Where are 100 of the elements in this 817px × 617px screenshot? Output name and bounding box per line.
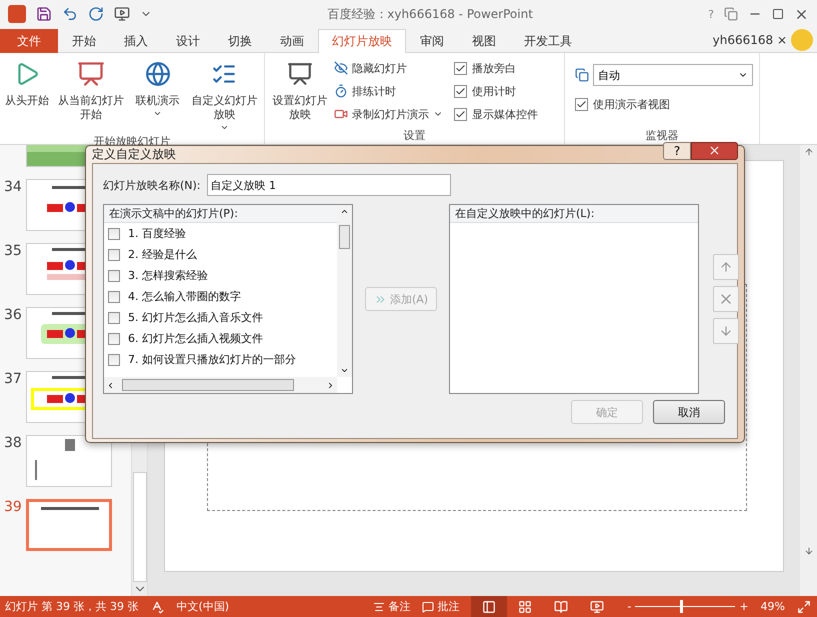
ribbon-tab[interactable]: 开始 [58, 29, 110, 53]
custom-show-list[interactable]: 在自定义放映中的幻灯片(L): [449, 204, 699, 394]
ribbon-tab[interactable]: 幻灯片放映 [318, 29, 406, 53]
slide-info: 幻灯片 第 39 张，共 39 张 [5, 600, 138, 614]
checkbox[interactable] [108, 290, 120, 302]
slide-thumbnail[interactable] [26, 435, 112, 487]
list-item[interactable]: 6. 幻灯片怎么插入视频文件 [104, 328, 337, 349]
view-button[interactable] [471, 596, 508, 617]
list-item[interactable]: 4. 怎么输入带圈的数字 [104, 286, 337, 307]
checkbox[interactable] [575, 98, 588, 110]
maximize-icon[interactable] [772, 8, 784, 20]
help-button[interactable]: ? [663, 142, 691, 160]
checkbox[interactable] [108, 248, 120, 260]
ribbon-tab[interactable]: 动画 [266, 29, 318, 53]
ribbon-tab[interactable]: 审阅 [406, 29, 458, 53]
slide-number: 37 [3, 371, 22, 387]
list-item[interactable]: 5. 幻灯片怎么插入音乐文件 [104, 307, 337, 328]
checkbox[interactable] [454, 84, 467, 98]
ribbon-button[interactable]: 自定义幻灯片放映 [186, 56, 262, 134]
scrollbar[interactable] [337, 205, 352, 377]
group-label: 设置 [402, 128, 426, 144]
slide-list[interactable]: 在演示文稿中的幻灯片(P): 1. 百度经验 2. 经验是什么 3. 怎样搜索经验 4. 怎么输入带圈的数字 5. 幻灯片怎么插入音乐文件 6. 幻灯片怎么插入视频文件 7. 如何设置只播放幻灯片的一部分 [103, 204, 353, 394]
undo-icon[interactable] [62, 6, 78, 22]
ribbon-button[interactable]: 联机演示 [130, 56, 186, 134]
check-icon [455, 86, 466, 96]
field-label: 幻灯片放映名称(N): [103, 178, 201, 192]
camera-icon [334, 107, 348, 121]
spellcheck-icon[interactable] [150, 600, 164, 614]
slide-number: 39 [3, 499, 22, 515]
ribbon-options-icon[interactable] [724, 7, 738, 21]
scroll-up-icon[interactable] [340, 207, 349, 216]
slide-number: 34 [3, 179, 22, 195]
grid-icon [518, 600, 532, 614]
timer-icon [334, 84, 348, 98]
scroll-thumb[interactable] [339, 225, 350, 249]
slideshow-icon[interactable] [114, 6, 130, 22]
slide-thumbnail[interactable] [26, 499, 112, 551]
ribbon-tab[interactable]: 插入 [110, 29, 162, 53]
ribbon-tab[interactable]: 切换 [214, 29, 266, 53]
cancel-button[interactable]: 取消 [653, 400, 725, 424]
scroll-left-icon[interactable] [106, 380, 115, 390]
ribbon-tab[interactable]: 视图 [458, 29, 510, 53]
check-icon [455, 62, 466, 74]
language-label[interactable]: 中文(中国) [176, 600, 230, 614]
scroll-thumb[interactable] [122, 379, 294, 391]
notes-icon [373, 600, 386, 612]
scroll-right-icon[interactable] [326, 380, 335, 390]
dialog-title: 定义自定义放映 [92, 146, 177, 163]
slide-number: 38 [3, 435, 22, 451]
name-input[interactable]: 自定义放映 1 [206, 174, 451, 196]
checkbox[interactable] [108, 270, 120, 282]
ribbon-checkbox[interactable]: 播放旁白 [454, 58, 538, 78]
book-icon [554, 600, 568, 614]
setup-icon [287, 61, 313, 87]
ribbon-checkbox[interactable]: 显示媒体控件 [454, 104, 538, 124]
ribbon-checkbox[interactable]: 使用演示者视图 [575, 94, 753, 114]
ribbon-tab[interactable]: 开发工具 [510, 29, 586, 53]
ribbon-button[interactable]: 设置幻灯片放映 [267, 56, 333, 128]
slide-number: 36 [3, 307, 22, 323]
ribbon-button[interactable]: 录制幻灯片演示 [334, 104, 443, 124]
redo-icon[interactable] [88, 6, 104, 22]
checkbox[interactable] [108, 354, 120, 366]
monitor-select[interactable]: 自动 [593, 64, 753, 86]
file-tab[interactable]: 文件 [0, 29, 58, 53]
close-button[interactable] [691, 142, 738, 160]
user-name[interactable]: yh666168 × [712, 33, 787, 47]
zoom-thumb[interactable] [680, 600, 684, 613]
list-item[interactable]: 1. 百度经验 [104, 223, 337, 244]
notes-button[interactable]: 备注 [373, 600, 410, 614]
checkbox[interactable] [108, 312, 120, 324]
ribbon-tab[interactable]: 设计 [162, 29, 214, 53]
check-icon [576, 98, 587, 110]
checkbox[interactable] [108, 228, 120, 240]
ribbon-checkbox[interactable]: 使用计时 [454, 81, 538, 101]
app-logo-icon [8, 5, 26, 23]
scroll-thumb[interactable] [132, 472, 146, 582]
checkbox[interactable] [454, 62, 467, 74]
list-item[interactable]: 2. 经验是什么 [104, 244, 337, 265]
ribbon-button[interactable]: 从头开始 [2, 56, 52, 134]
list-header: 在自定义放映中的幻灯片(L): [450, 205, 698, 223]
list-item[interactable]: 3. 怎样搜索经验 [104, 265, 337, 286]
hide-icon [334, 61, 348, 75]
slide-number: 35 [3, 243, 22, 259]
scroll-down-icon[interactable] [340, 366, 349, 375]
horizontal-scrollbar[interactable] [104, 377, 337, 393]
ribbon-button[interactable]: 排练计时 [334, 81, 443, 101]
comments-button[interactable]: 批注 [422, 600, 460, 614]
checkbox[interactable] [454, 108, 467, 120]
zoom-in-button[interactable]: + [739, 600, 749, 614]
fit-icon[interactable] [797, 600, 811, 614]
window-title: 百度经验：xyh666168 - PowerPoint [326, 6, 534, 22]
ribbon-button[interactable]: 从当前幻灯片开始 [53, 56, 129, 134]
monitor-icon [575, 68, 589, 82]
checkbox[interactable] [108, 332, 120, 344]
ribbon-button[interactable]: 隐藏幻灯片 [334, 58, 443, 78]
zoom-level[interactable]: 49% [760, 600, 785, 614]
zoom-out-button[interactable]: - [627, 600, 632, 614]
save-icon[interactable] [36, 6, 52, 22]
avatar-icon [791, 29, 813, 51]
list-item[interactable]: 7. 如何设置只播放幻灯片的一部分 [104, 349, 337, 370]
